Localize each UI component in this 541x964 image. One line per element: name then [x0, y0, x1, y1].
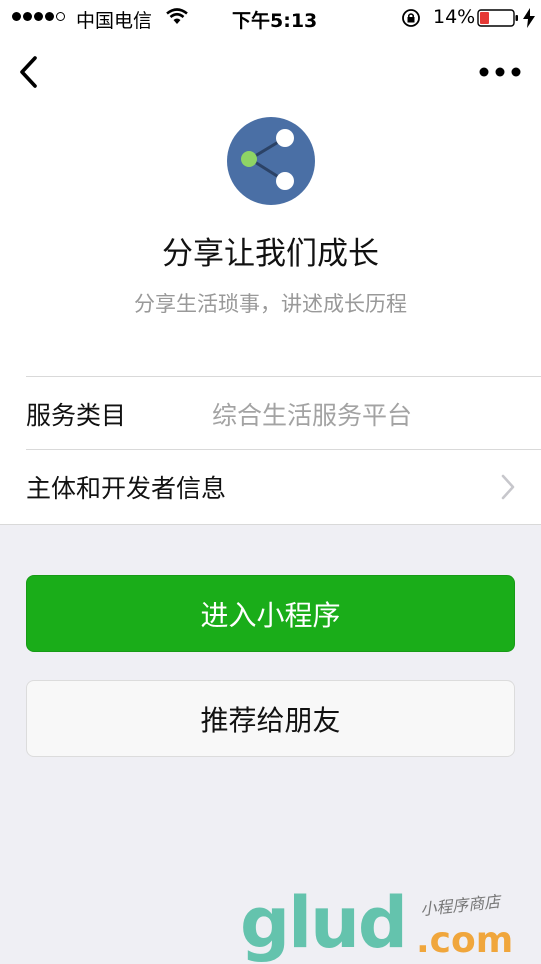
battery-percent: 14%: [433, 6, 476, 28]
developer-info-label: 主体和开发者信息: [26, 474, 227, 503]
signal-dot-empty: [56, 12, 65, 21]
chevron-right-icon: [501, 474, 515, 500]
signal-dot: [45, 12, 54, 21]
service-category-value: 综合生活服务平台: [212, 401, 413, 430]
watermark-brand: glud: [240, 882, 408, 964]
nav-bar: [0, 36, 541, 108]
recommend-to-friend-button[interactable]: 推荐给朋友: [26, 680, 515, 757]
enter-miniapp-button[interactable]: 进入小程序: [26, 575, 515, 652]
service-category-row: 服务类目 综合生活服务平台: [26, 376, 541, 449]
service-category-label: 服务类目: [26, 401, 127, 430]
miniapp-name: 分享让我们成长: [162, 236, 379, 272]
more-dots-icon[interactable]: [478, 62, 522, 82]
signal-strength-icon: [12, 12, 65, 21]
wifi-icon: [166, 8, 188, 24]
charging-icon: [523, 8, 535, 28]
watermark-domain: .com: [416, 920, 514, 961]
signal-dot: [23, 12, 32, 21]
miniapp-profile: 分享让我们成长 分享生活琐事，讲述成长历程: [0, 108, 541, 376]
info-list: 服务类目 综合生活服务平台 主体和开发者信息: [0, 376, 541, 525]
watermark-slogan: 小程序商店: [419, 891, 501, 920]
chevron-left-icon[interactable]: [14, 52, 44, 92]
carrier-name: 中国电信: [76, 10, 153, 32]
miniapp-description: 分享生活琐事，讲述成长历程: [134, 292, 407, 316]
developer-info-row[interactable]: 主体和开发者信息: [26, 449, 541, 522]
share-icon: [227, 117, 315, 205]
signal-dot: [12, 12, 21, 21]
signal-dot: [34, 12, 43, 21]
watermark-logo: glud .com 小程序商店: [240, 882, 541, 964]
battery-icon: [477, 9, 518, 27]
status-bar: 中国电信 下午5:13 14%: [0, 0, 541, 36]
status-time: 下午5:13: [232, 10, 318, 32]
orientation-lock-icon: [402, 9, 420, 27]
